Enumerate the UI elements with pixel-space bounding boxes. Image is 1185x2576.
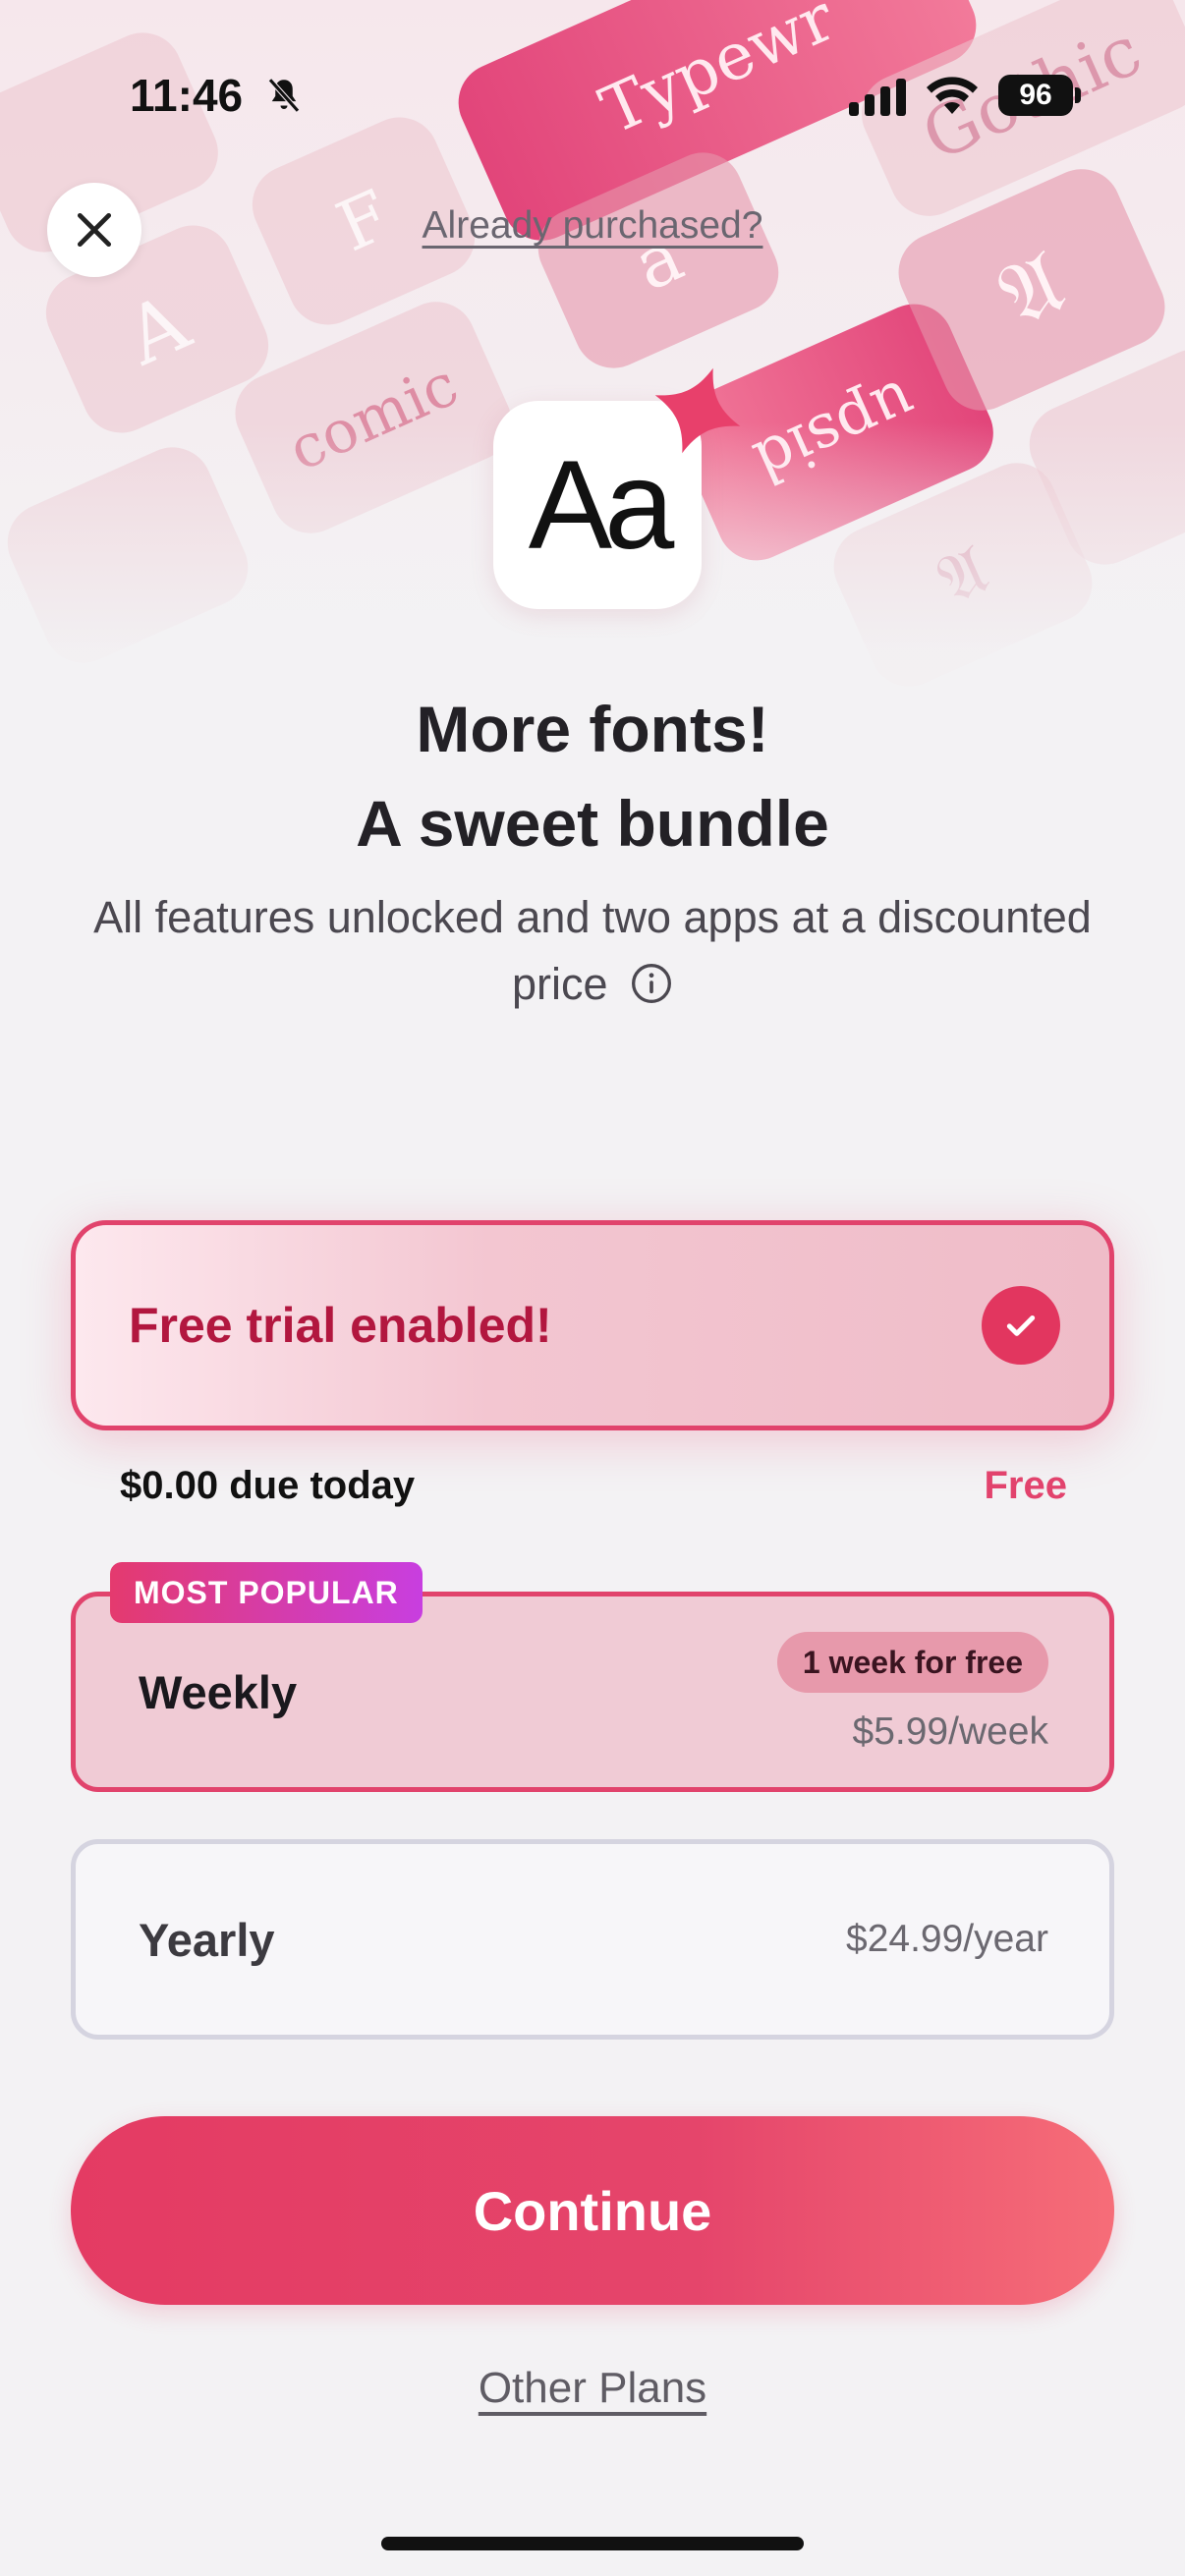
app-icon-text: Aa [528,434,675,576]
signal-icon [849,79,906,116]
already-purchased-link[interactable]: Already purchased? [334,204,851,248]
info-icon[interactable] [630,962,673,1005]
battery-indicator: 96 [998,75,1073,116]
due-today-text: $0.00 due today [120,1464,416,1507]
free-trial-toggle[interactable]: Free trial enabled! [71,1220,1114,1430]
plan-option-yearly[interactable]: Yearly $24.99/year [71,1839,1114,2040]
clock: 11:46 [130,70,244,121]
title-line-1: More fonts! [416,693,769,765]
subtitle: All features unlocked and two apps at a … [59,884,1126,1018]
wifi-icon [927,77,978,114]
bell-off-icon [268,78,300,113]
sparkle-icon [654,367,741,454]
close-icon [77,212,112,248]
other-plans-link[interactable]: Other Plans [0,2364,1185,2413]
status-bar: 11:46 96 [0,0,1185,196]
title-line-2: A sweet bundle [356,787,829,860]
plan-name: Yearly [139,1913,275,1966]
free-label: Free [984,1464,1068,1507]
checkmark-icon [982,1286,1060,1365]
plan-price: $24.99/year [846,1918,1048,1960]
battery-tip [1075,87,1081,103]
trial-badge: 1 week for free [776,1632,1048,1693]
free-trial-label: Free trial enabled! [129,1298,552,1353]
subtitle-text: All features unlocked and two apps at a … [93,892,1092,1009]
page-title: More fonts! A sweet bundle [0,682,1185,870]
plan-name: Weekly [139,1665,298,1718]
continue-button[interactable]: Continue [71,2116,1114,2305]
most-popular-badge: MOST POPULAR [110,1562,423,1623]
home-indicator[interactable] [381,2537,804,2550]
plan-price: $5.99/week [852,1710,1048,1753]
close-button[interactable] [47,183,141,277]
